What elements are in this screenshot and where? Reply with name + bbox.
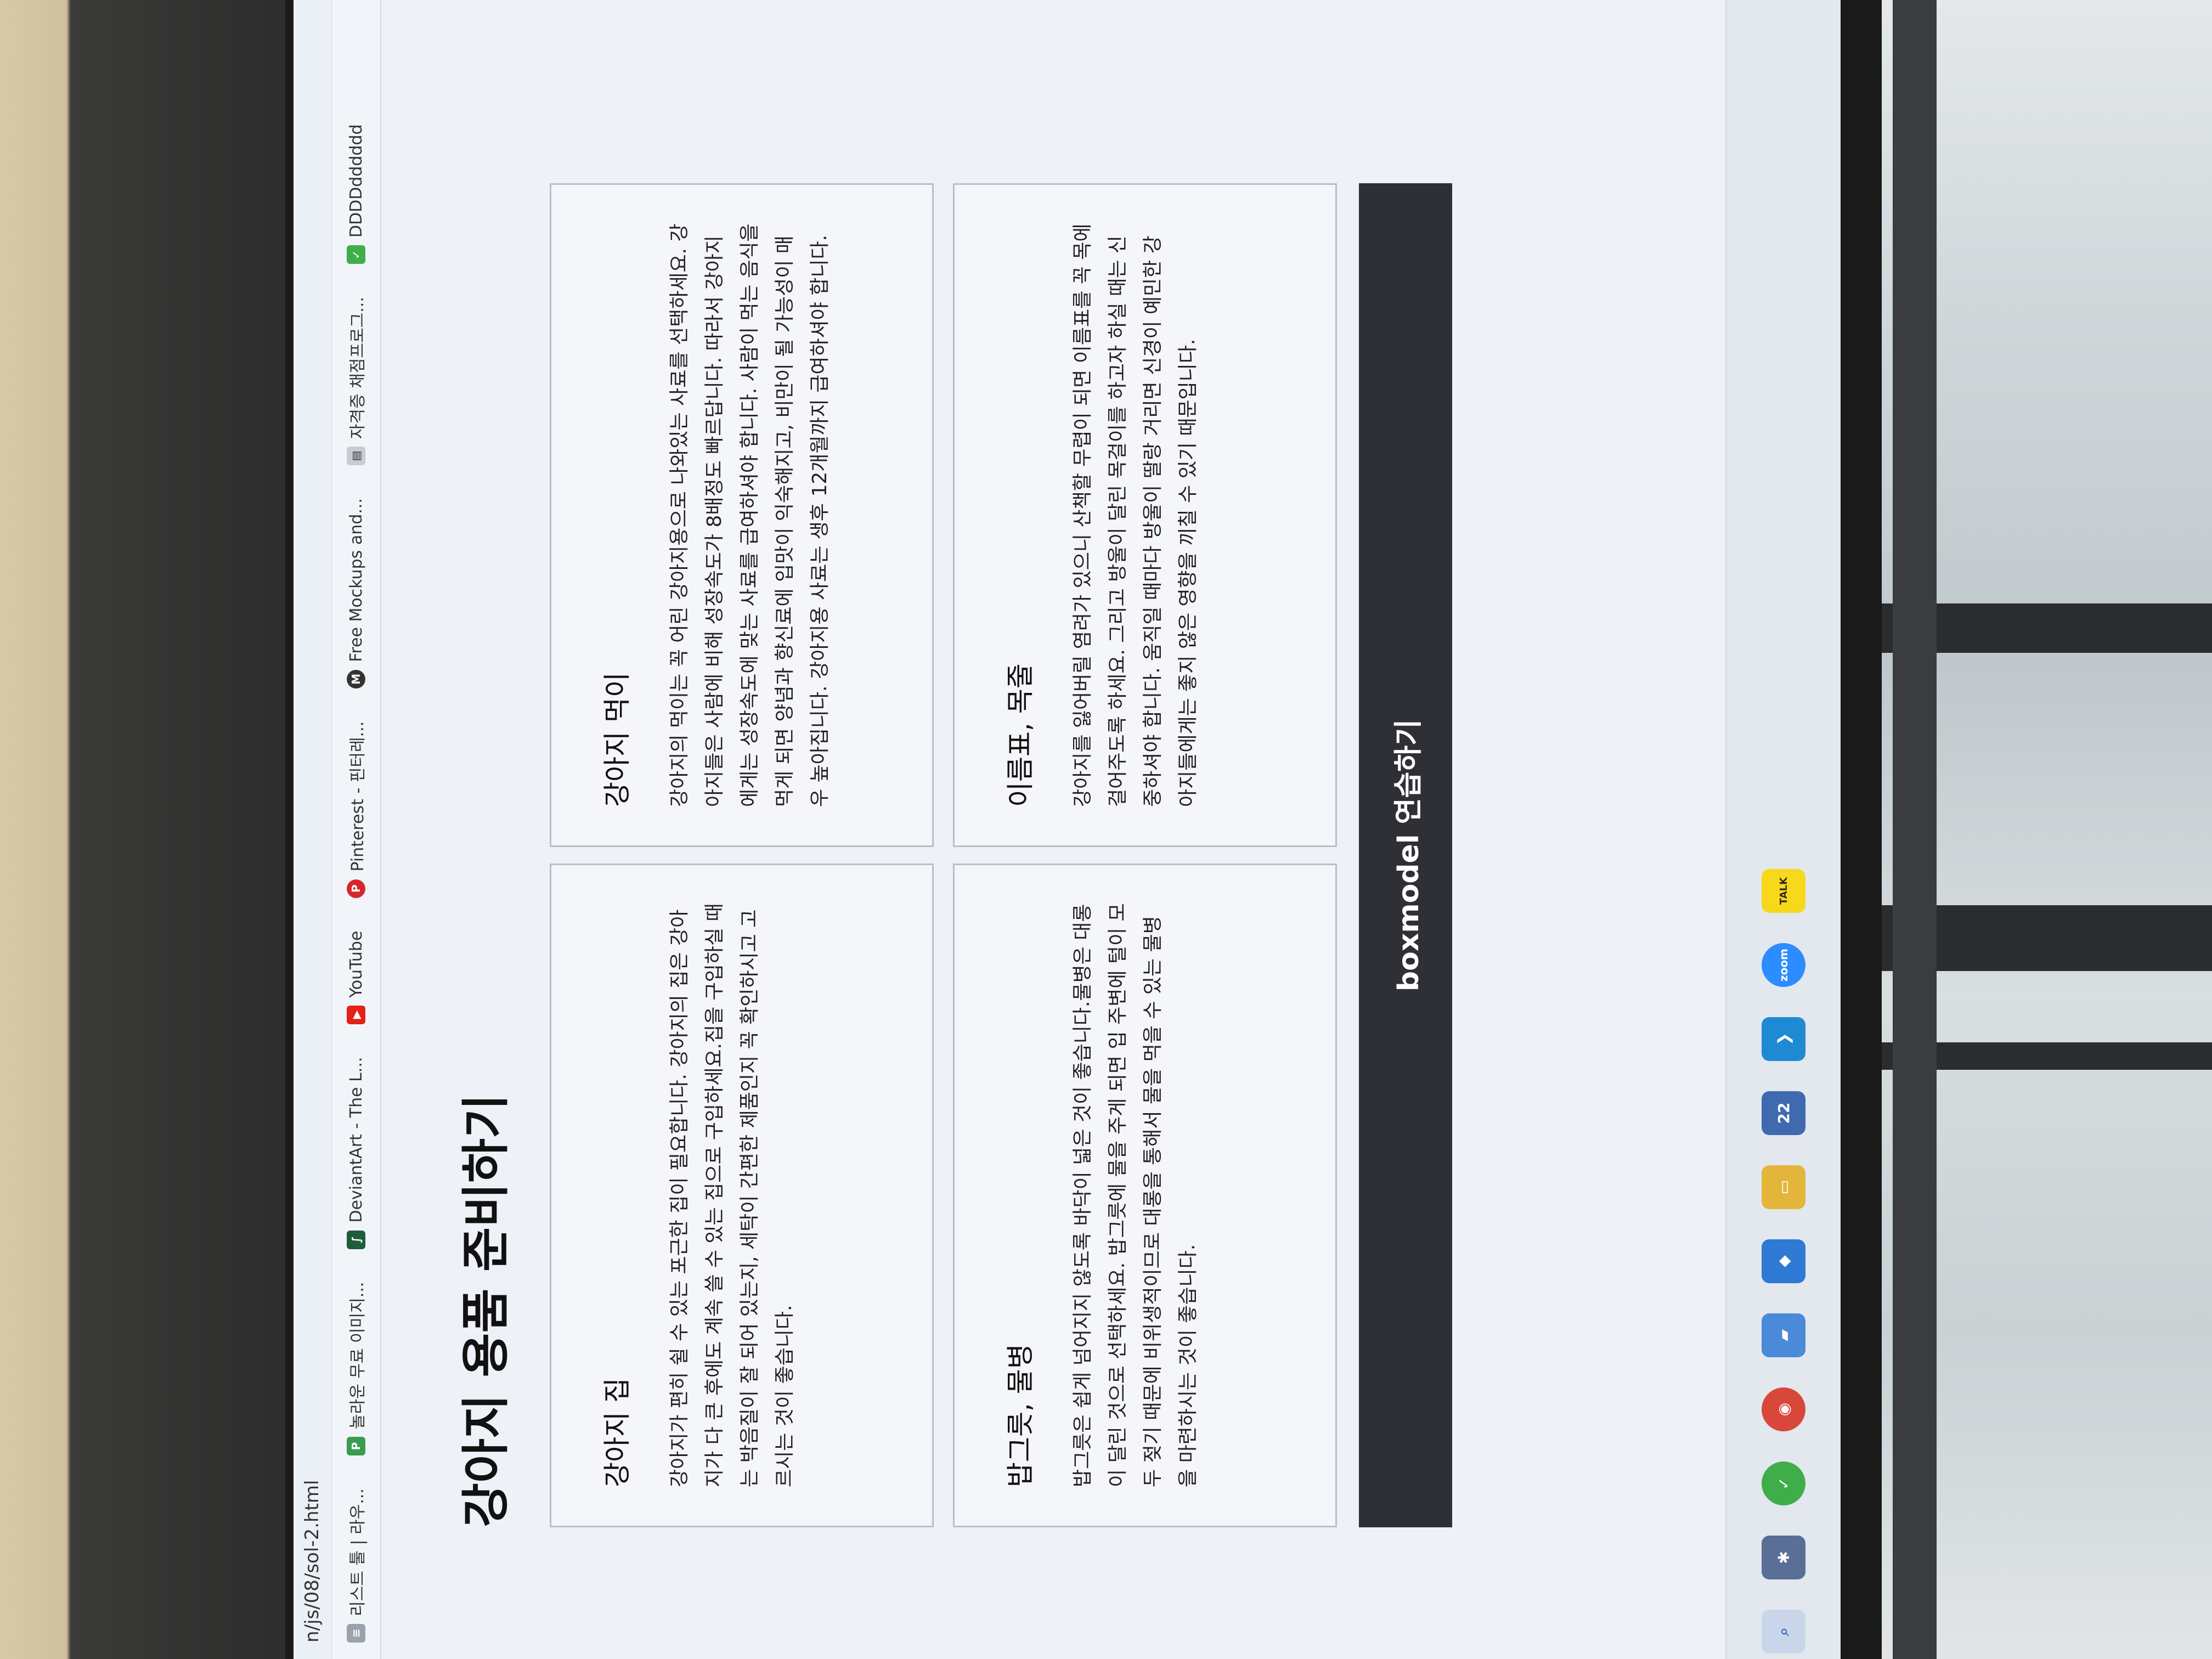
card-heading: 이름표, 목줄 [1005,663,1036,807]
youtube-icon: ▶ [347,1005,365,1024]
bookmark-1[interactable]: ≡ 리스트 툴 | 라우... [344,1488,368,1643]
card-body: 강아지를 잃어버릴 염려가 있으니 산책할 무렵이 되면 이름표를 꼭 목에 걸… [1071,223,1199,807]
card-heading: 강아지 먹이 [601,672,633,807]
card-bowl-bottle: 밥그릇, 물병 밥그릇은 쉽게 넘어지지 않도록 바닥이 넓은 것이 좋습니다.… [953,864,1337,1527]
card-grid: 강아지 집 강아지가 편히 쉴 수 있는 포근한 집이 필요합니다. 강아지의 … [550,143,1337,1527]
browser-window: n/js/08/sol-2.html ≡ 리스트 툴 | 라우... P 놀라운 무… [294,0,1841,1659]
bookmark-6[interactable]: M Free Mockups and... [347,498,366,689]
app-2022-icon[interactable]: 22 [1762,1091,1805,1135]
card-body: 강아지가 편히 쉴 수 있는 포근한 집이 필요합니다. 강아지의 집은 강아지… [668,903,796,1487]
card-dog-house: 강아지 집 강아지가 편히 쉴 수 있는 포근한 집이 필요합니다. 강아지의 … [550,864,934,1527]
check-app-icon[interactable]: ✓ [1762,1462,1805,1505]
folder-icon[interactable]: ▭ [1762,1165,1805,1209]
bookmark-green-icon: ✓ [347,245,365,264]
address-text: n/js/08/sol-2.html [301,1480,323,1643]
app-blue-icon[interactable]: ▰ [1762,1313,1805,1357]
footer-text: boxmodel 연습하기 [1392,719,1425,992]
app-cube-icon[interactable]: ◆ [1762,1239,1805,1283]
bookmark-5[interactable]: P Pinterest - 핀터레... [344,721,368,898]
vscode-icon[interactable]: ❯ [1762,1017,1805,1061]
page-content: 강아지 용품 준비하기 강아지 집 강아지가 편히 쉴 수 있는 포근한 집이 … [381,0,1725,1659]
list-icon: ≡ [347,1624,365,1643]
footer-banner: boxmodel 연습하기 [1359,183,1452,1527]
page-title: 강아지 용품 준비하기 [458,1094,514,1527]
monitor-screen: n/js/08/sol-2.html ≡ 리스트 툴 | 라우... P 놀라운 무… [285,0,1849,1659]
card-dog-food: 강아지 먹이 강아지의 먹이는 꼭 어린 강아지용으로 나와있는 사료를 선택하… [550,183,934,847]
zoom-icon[interactable]: zoom [1762,943,1805,987]
bookmarks-bar: ≡ 리스트 툴 | 라우... P 놀라운 무료 이미지... ∫ DeviantAr… [332,0,381,1659]
bookmark-7[interactable]: ▤ 자격증 채점프로그... [344,297,368,466]
bookmark-3[interactable]: ∫ DeviantArt - The L... [347,1057,366,1249]
background-window [1882,0,2212,1659]
chrome-icon[interactable]: ◉ [1762,1387,1805,1431]
search-icon[interactable]: ⌕ [1762,1610,1805,1654]
taskbar: ⌕ ✱ ✓ ◉ ▰ ◆ ▭ 22 ❯ zoom TALK [1725,0,1841,1659]
app-icon[interactable]: ✱ [1762,1536,1805,1579]
bookmark-2[interactable]: P 놀라운 무료 이미지... [344,1282,368,1456]
pinterest-icon: P [347,879,365,898]
card-heading: 밥그릇, 물병 [1005,1344,1036,1487]
mockup-icon: M [347,669,365,689]
image-icon: P [347,1437,365,1456]
bookmark-4[interactable]: ▶ YouTube [347,931,366,1024]
kakaotalk-icon[interactable]: TALK [1762,869,1805,913]
bookmark-8[interactable]: ✓ DDDDdddddd [347,124,366,264]
card-heading: 강아지 집 [601,1378,633,1487]
card-body: 강아지의 먹이는 꼭 어린 강아지용으로 나와있는 사료를 선택하세요. 강아지… [668,223,831,807]
card-body: 밥그릇은 쉽게 넘어지지 않도록 바닥이 넓은 것이 좋습니다.물병은 대롱이 … [1071,903,1199,1487]
card-tag-leash: 이름표, 목줄 강아지를 잃어버릴 염려가 있으니 산책할 무렵이 되면 이름표… [953,183,1337,847]
deviantart-icon: ∫ [347,1230,365,1249]
address-bar[interactable]: n/js/08/sol-2.html [294,0,332,1659]
document-icon: ▤ [347,447,365,466]
